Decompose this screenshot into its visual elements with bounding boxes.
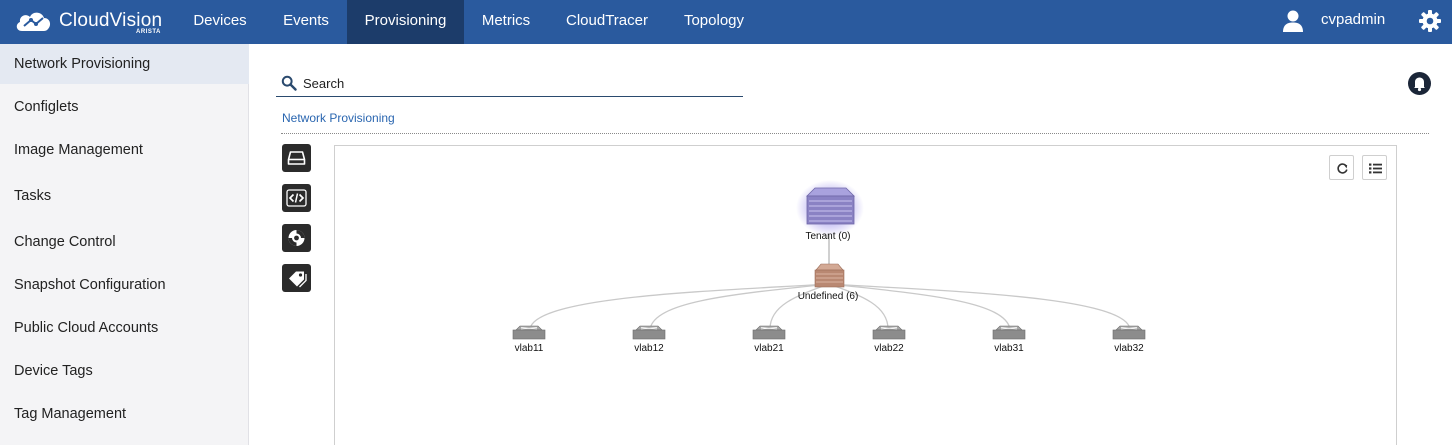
device-label: vlab21 (754, 343, 784, 354)
sidebar-item-tasks[interactable]: Tasks (0, 176, 249, 216)
device-node-vlab31[interactable]: vlab31 (992, 325, 1026, 354)
topology-canvas[interactable]: Tenant (0) Undefined (6) vlab11 vlab12 v… (334, 145, 1397, 445)
notification-bell-icon[interactable] (1408, 72, 1431, 95)
search-icon (281, 75, 297, 91)
top-nav-bar: CloudVision ARISTA Devices Events Provis… (0, 0, 1452, 44)
nav-provisioning[interactable]: Provisioning (347, 0, 464, 44)
inbox-button[interactable] (282, 144, 311, 172)
gear-icon[interactable] (1418, 9, 1442, 33)
device-node-vlab22[interactable]: vlab22 (872, 325, 906, 354)
breadcrumb[interactable]: Network Provisioning (282, 111, 395, 125)
device-node-vlab21[interactable]: vlab21 (752, 325, 786, 354)
nav-cloudtracer[interactable]: CloudTracer (554, 0, 660, 44)
device-label: vlab11 (515, 343, 544, 354)
divider (281, 133, 1429, 134)
tenant-node-label: Tenant (0) (805, 231, 850, 242)
device-node-vlab12[interactable]: vlab12 (632, 325, 666, 354)
container-node-label: Undefined (6) (798, 291, 859, 302)
inbox-tray-icon (287, 151, 306, 165)
nav-events[interactable]: Events (268, 0, 344, 44)
sidebar-item-snapshot-configuration[interactable]: Snapshot Configuration (0, 265, 249, 305)
sidebar-item-device-tags[interactable]: Device Tags (0, 351, 249, 391)
device-label: vlab12 (634, 343, 664, 354)
cloud-logo-icon (16, 12, 51, 31)
nav-topology[interactable]: Topology (672, 0, 756, 44)
search-bar (276, 70, 743, 97)
username-label[interactable]: cvpadmin (1321, 0, 1385, 40)
device-label: vlab32 (1114, 343, 1144, 354)
cloudvision-logo[interactable]: CloudVision ARISTA (14, 7, 184, 37)
sidebar-item-network-provisioning[interactable]: Network Provisioning (0, 44, 249, 84)
topology-graph: Tenant (0) Undefined (6) vlab11 vlab12 v… (512, 180, 1146, 354)
device-label: vlab22 (874, 343, 904, 354)
tags-button[interactable] (282, 264, 311, 292)
configlet-code-button[interactable] (282, 184, 311, 212)
sidebar-item-change-control[interactable]: Change Control (0, 222, 249, 262)
image-bundle-button[interactable] (282, 224, 311, 252)
nav-devices[interactable]: Devices (180, 0, 260, 44)
search-input[interactable] (303, 73, 733, 93)
device-node-vlab11[interactable]: vlab11 (512, 325, 546, 354)
device-node-vlab32[interactable]: vlab32 (1112, 325, 1146, 354)
device-label: vlab31 (994, 343, 1024, 354)
sidebar-item-public-cloud-accounts[interactable]: Public Cloud Accounts (0, 308, 249, 348)
logo-subtext: ARISTA (136, 29, 161, 35)
tenant-node[interactable]: Tenant (0) (796, 180, 864, 242)
code-icon (286, 189, 307, 207)
nav-metrics[interactable]: Metrics (470, 0, 542, 44)
container-node-undefined[interactable]: Undefined (6) (798, 263, 859, 302)
disc-icon (288, 230, 305, 246)
user-icon[interactable] (1282, 9, 1304, 33)
tag-icon (289, 271, 307, 288)
sidebar-item-tag-management[interactable]: Tag Management (0, 394, 249, 434)
sidebar-item-image-management[interactable]: Image Management (0, 130, 249, 170)
sidebar-item-configlets[interactable]: Configlets (0, 87, 249, 127)
sidebar: Network Provisioning Configlets Image Ma… (0, 44, 249, 445)
